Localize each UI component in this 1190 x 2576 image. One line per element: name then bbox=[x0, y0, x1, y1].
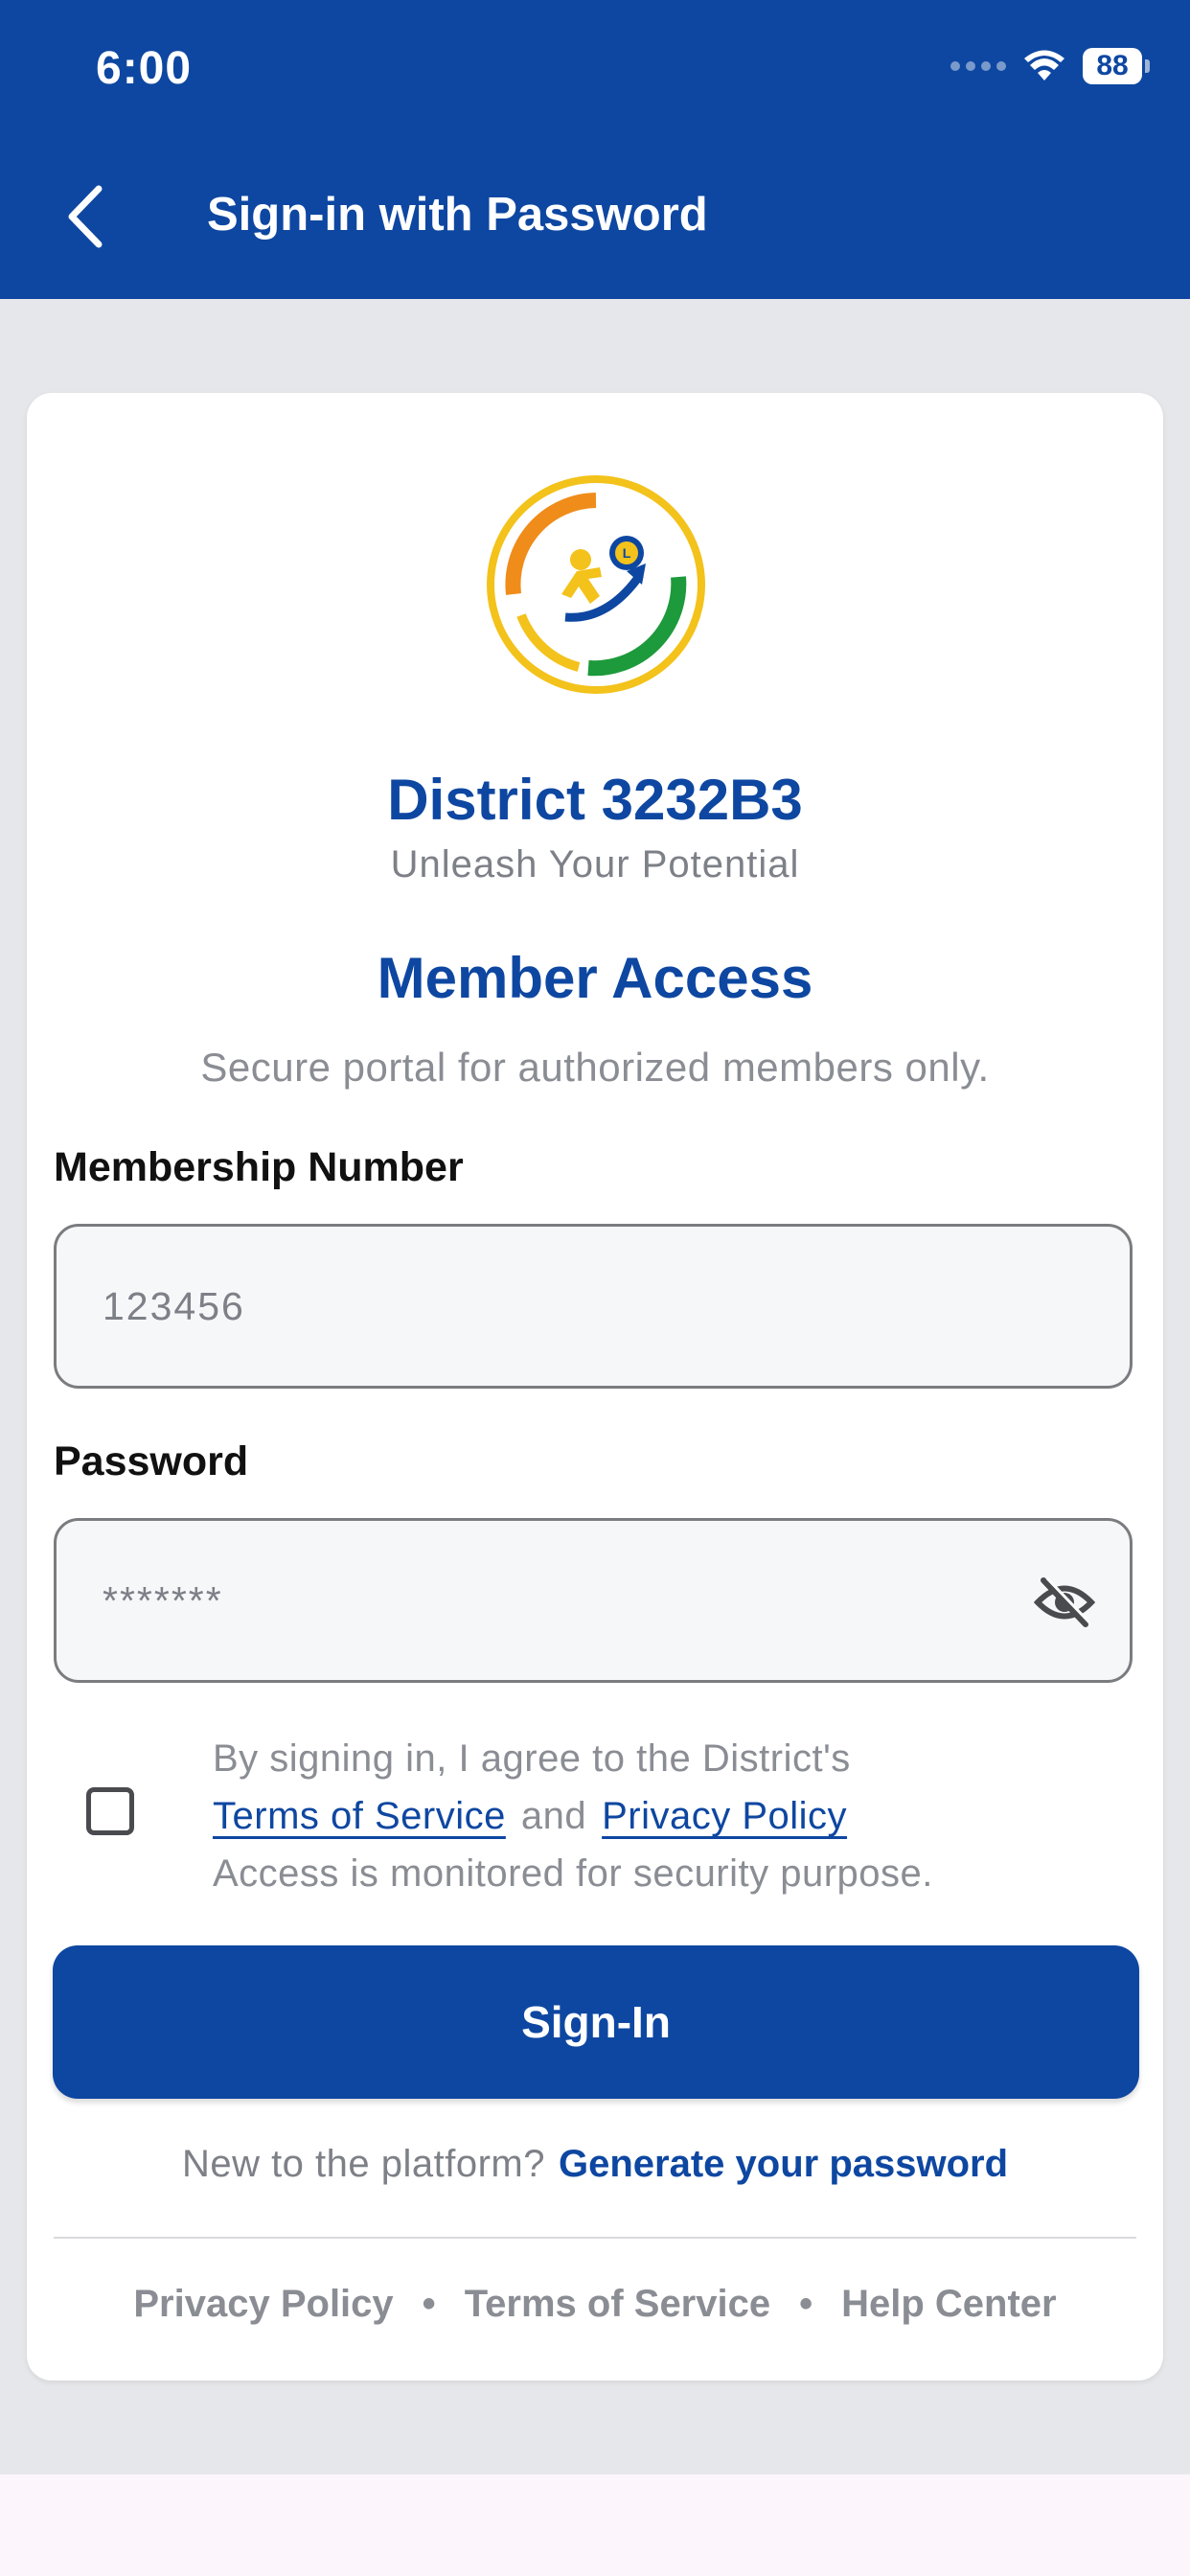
district-logo: L bbox=[487, 475, 705, 694]
terms-of-service-link[interactable]: Terms of Service bbox=[213, 1795, 506, 1837]
new-user-prompt: New to the platform? Generate your passwo… bbox=[27, 2143, 1163, 2186]
agree-terms-checkbox[interactable] bbox=[86, 1787, 134, 1835]
footer-links: Privacy Policy • Terms of Service • Help Cen… bbox=[27, 2283, 1163, 2326]
terms-line-1: By signing in, I agree to the District's bbox=[213, 1737, 851, 1780]
password-label: Password bbox=[54, 1438, 249, 1484]
footer-privacy-link[interactable]: Privacy Policy bbox=[133, 2283, 393, 2325]
password-field[interactable] bbox=[54, 1518, 1133, 1683]
wifi-icon bbox=[1023, 50, 1065, 82]
district-title: District 3232B3 bbox=[387, 768, 803, 832]
cellular-signal-icon bbox=[950, 61, 1006, 71]
member-access-subtitle: Secure portal for authorized members onl… bbox=[200, 1045, 990, 1090]
back-button[interactable] bbox=[52, 178, 119, 255]
membership-number-field[interactable] bbox=[54, 1224, 1133, 1389]
district-tagline: Unleash Your Potential bbox=[390, 843, 800, 886]
svg-text:L: L bbox=[623, 545, 631, 561]
footer-separator: • bbox=[799, 2283, 813, 2325]
battery-icon: 88 bbox=[1083, 48, 1150, 84]
membership-number-label: Membership Number bbox=[54, 1144, 464, 1190]
footer-separator: • bbox=[422, 2283, 436, 2325]
member-access-title: Member Access bbox=[377, 946, 813, 1010]
chevron-left-icon bbox=[68, 185, 103, 248]
app-header: 6:00 88 Sign-in with Password bbox=[0, 0, 1190, 299]
signin-card: L District 3232B3 Unleash Your Potential… bbox=[27, 393, 1163, 2380]
eye-off-icon bbox=[1033, 1576, 1096, 1627]
footer-help-link[interactable]: Help Center bbox=[841, 2283, 1057, 2325]
footer-divider bbox=[54, 2237, 1136, 2239]
generate-password-link[interactable]: Generate your password bbox=[559, 2143, 1008, 2185]
status-time: 6:00 bbox=[96, 43, 193, 94]
status-icons: 88 bbox=[950, 48, 1150, 84]
terms-line-2: Terms of Service and Privacy Policy bbox=[213, 1795, 847, 1838]
membership-number-input[interactable] bbox=[101, 1282, 1086, 1330]
page-title: Sign-in with Password bbox=[207, 189, 708, 241]
terms-line-3: Access is monitored for security purpose… bbox=[213, 1852, 933, 1895]
password-input[interactable] bbox=[101, 1576, 1086, 1624]
bottom-safe-area bbox=[0, 2474, 1190, 2576]
sign-in-button[interactable]: Sign-In bbox=[53, 1945, 1139, 2099]
toggle-password-visibility-button[interactable] bbox=[1033, 1575, 1096, 1630]
terms-and-text: and bbox=[520, 1795, 587, 1837]
privacy-policy-link[interactable]: Privacy Policy bbox=[602, 1795, 847, 1837]
new-user-text: New to the platform? bbox=[181, 2143, 545, 2185]
footer-terms-link[interactable]: Terms of Service bbox=[465, 2283, 770, 2325]
